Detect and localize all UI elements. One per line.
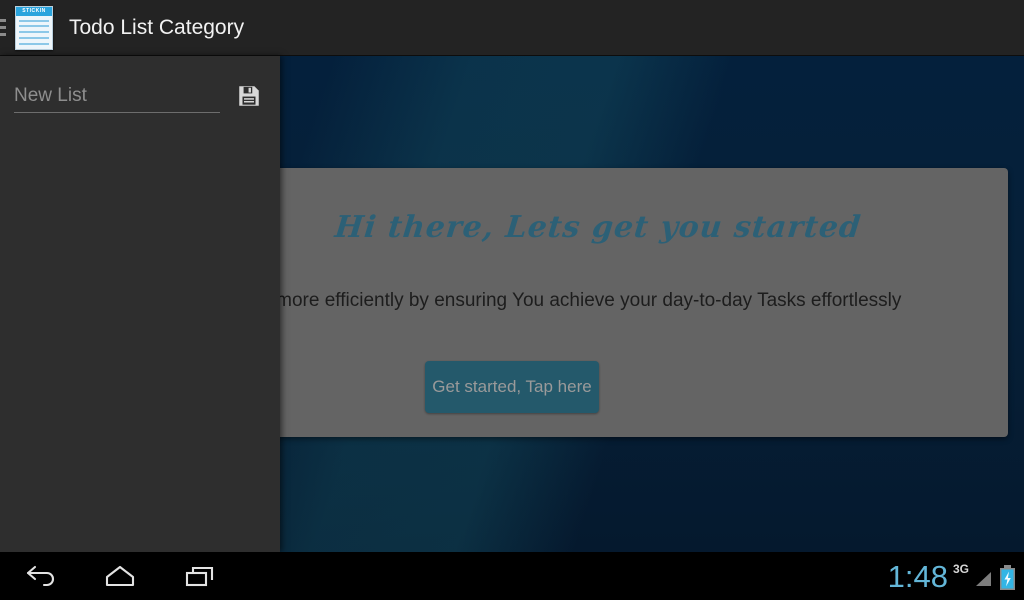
new-list-input[interactable] — [14, 79, 220, 113]
new-list-row — [0, 72, 280, 120]
menu-bar-3 — [0, 33, 6, 36]
navigation-drawer — [0, 56, 280, 552]
menu-bar-2 — [0, 26, 6, 29]
nav-recents-button[interactable] — [160, 552, 240, 600]
app-icon-lines — [19, 19, 49, 45]
nav-back-button[interactable] — [0, 552, 80, 600]
status-area: 1:48 3G — [888, 552, 1016, 600]
signal-strength-icon — [976, 572, 991, 586]
get-started-button[interactable]: Get started, Tap here — [425, 361, 599, 413]
floppy-disk-save-icon[interactable] — [234, 81, 264, 111]
battery-charging-icon — [1000, 565, 1015, 590]
action-bar: STICKIN Todo List Category — [0, 0, 1024, 56]
welcome-heading: Hi there, Lets get you started — [333, 210, 863, 245]
status-clock: 1:48 — [887, 558, 948, 594]
app-icon-cap-label: STICKIN — [16, 6, 52, 16]
page-title: Todo List Category — [69, 15, 245, 39]
nav-home-button[interactable] — [80, 552, 160, 600]
android-tablet-screen: STICKIN Todo List Category Hi there, Let… — [0, 0, 1024, 600]
hamburger-menu-icon[interactable] — [0, 0, 8, 56]
status-network-type: 3G — [952, 562, 969, 576]
menu-bar-1 — [0, 19, 6, 22]
sticky-notes-app-icon[interactable]: STICKIN — [15, 5, 53, 50]
system-navigation-bar: 1:48 3G — [0, 552, 1024, 600]
